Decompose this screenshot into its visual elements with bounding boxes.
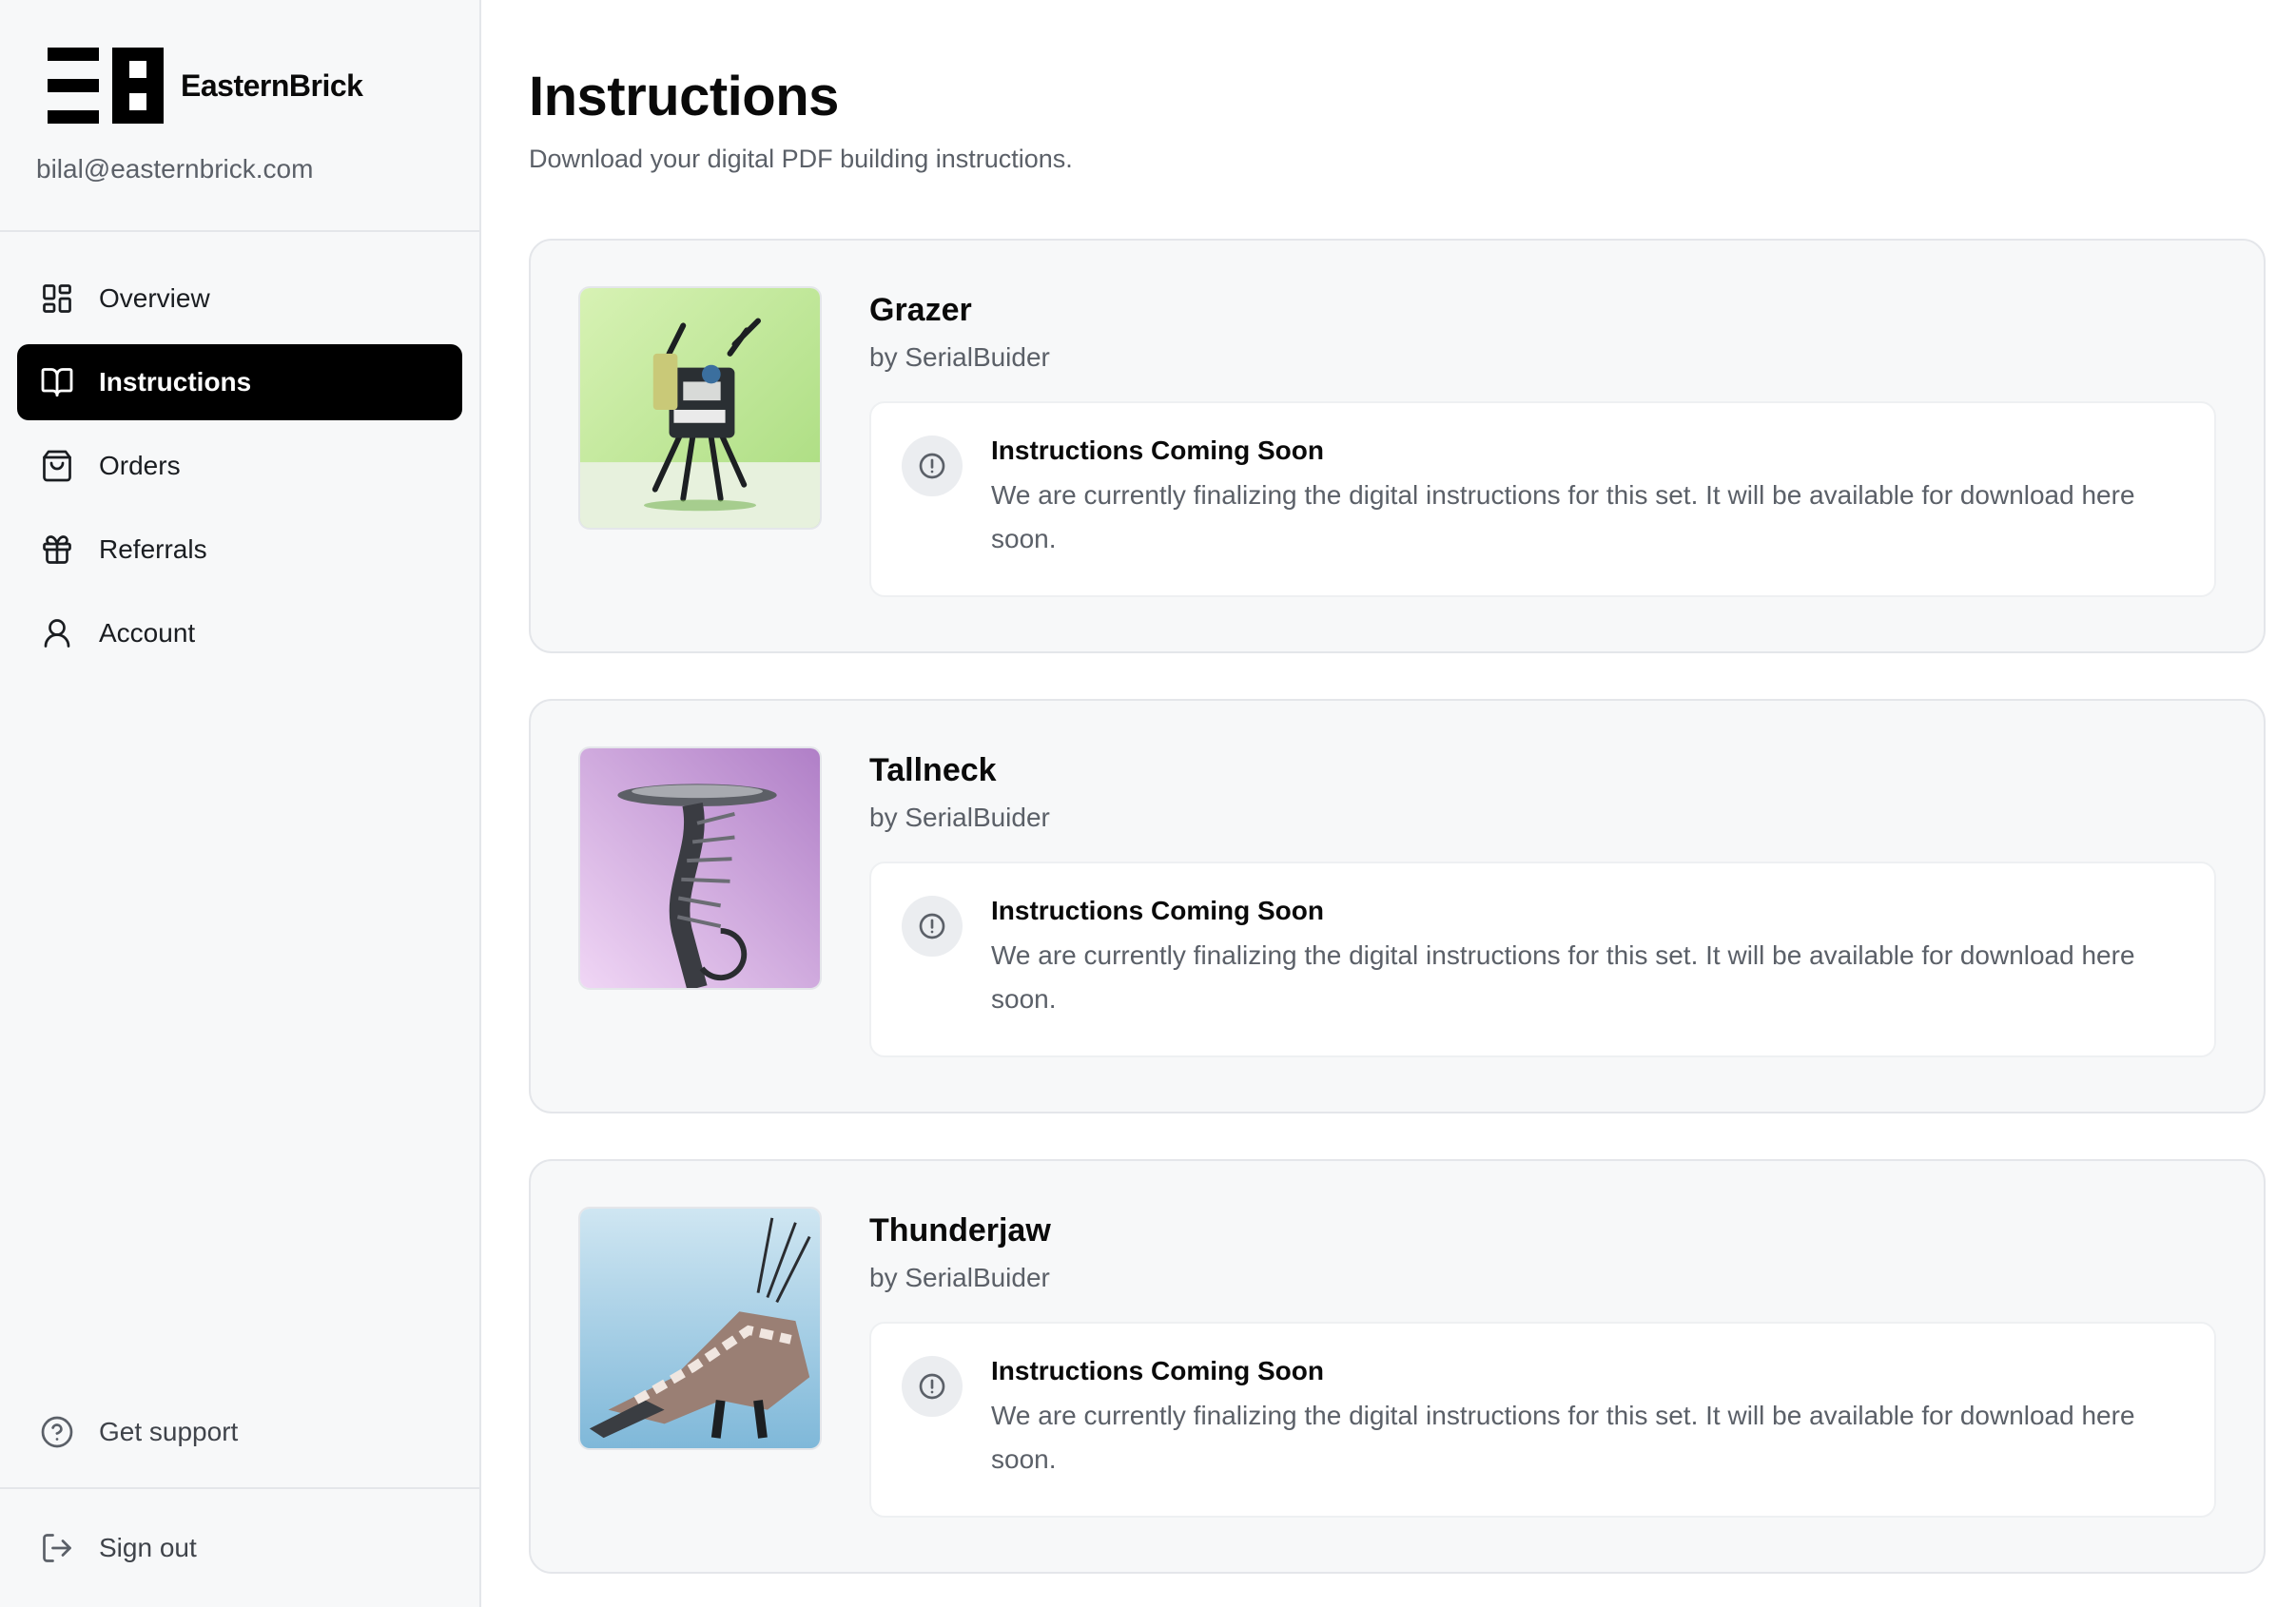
set-thumbnail bbox=[578, 1206, 822, 1450]
page-subtitle: Download your digital PDF building instr… bbox=[529, 144, 1073, 173]
brand-name: EasternBrick bbox=[181, 68, 363, 103]
alert-circle-icon bbox=[902, 435, 963, 496]
sign-out-button[interactable]: Sign out bbox=[17, 1510, 462, 1586]
gift-icon bbox=[43, 535, 71, 564]
card-body: Thunderjaw by SerialBuider Instructions … bbox=[869, 1207, 2216, 1526]
set-name: Thunderjaw bbox=[869, 1211, 1051, 1249]
instruction-card-tallneck: Tallneck by SerialBuider Instructions Co… bbox=[529, 698, 2266, 1113]
set-name: Tallneck bbox=[869, 751, 997, 788]
sidebar-item-overview[interactable]: Overview bbox=[17, 261, 462, 337]
coming-soon-notice: Instructions Coming Soon We are currentl… bbox=[869, 400, 2216, 597]
alert-circle-icon bbox=[902, 895, 963, 957]
get-support-link[interactable]: Get support bbox=[17, 1394, 462, 1470]
set-thumbnail bbox=[578, 745, 822, 990]
brand-logo-icon bbox=[48, 48, 164, 124]
get-support-label: Get support bbox=[99, 1417, 239, 1446]
instruction-card-grazer: Grazer by SerialBuider Instructions Comi… bbox=[529, 238, 2266, 653]
sidebar-item-label: Account bbox=[99, 618, 196, 648]
set-author: by SerialBuider bbox=[869, 802, 1050, 832]
instruction-card-thunderjaw: Thunderjaw by SerialBuider Instructions … bbox=[529, 1158, 2266, 1574]
app-root: EasternBrick bilal@easternbrick.com Over… bbox=[0, 0, 2296, 1607]
coming-soon-notice: Instructions Coming Soon We are currentl… bbox=[869, 861, 2216, 1057]
sidebar-item-instructions[interactable]: Instructions bbox=[17, 344, 462, 420]
sign-out-label: Sign out bbox=[99, 1533, 197, 1562]
sidebar-item-label: Instructions bbox=[99, 367, 252, 397]
help-circle-icon bbox=[41, 1416, 73, 1448]
coming-soon-notice: Instructions Coming Soon We are currentl… bbox=[869, 1321, 2216, 1518]
set-name: Grazer bbox=[869, 291, 972, 328]
sidebar-item-account[interactable]: Account bbox=[17, 595, 462, 671]
notice-title: Instructions Coming Soon bbox=[991, 895, 1324, 925]
grid-icon bbox=[43, 284, 71, 313]
page-title: Instructions bbox=[529, 66, 839, 127]
shopping-bag-icon bbox=[43, 450, 71, 482]
main-content: Instructions Download your digital PDF b… bbox=[481, 0, 2296, 1607]
set-thumbnail bbox=[578, 285, 822, 530]
sidebar-bottom-divider bbox=[0, 1487, 479, 1489]
alert-circle-icon bbox=[902, 1355, 963, 1417]
user-email: bilal@easternbrick.com bbox=[36, 154, 314, 184]
sidebar-item-label: Referrals bbox=[99, 534, 207, 564]
notice-title: Instructions Coming Soon bbox=[991, 1355, 1324, 1385]
sidebar-item-label: Overview bbox=[99, 283, 210, 313]
thunderjaw-model-image bbox=[580, 1208, 820, 1448]
sidebar-footer-signout: Sign out bbox=[17, 1510, 462, 1586]
brand[interactable]: EasternBrick bbox=[0, 0, 479, 126]
instruction-list: Grazer by SerialBuider Instructions Comi… bbox=[529, 238, 2266, 1574]
grazer-model-image bbox=[580, 287, 820, 528]
sidebar-item-referrals[interactable]: Referrals bbox=[17, 512, 462, 588]
set-author: by SerialBuider bbox=[869, 1262, 1050, 1292]
card-body: Tallneck by SerialBuider Instructions Co… bbox=[869, 746, 2216, 1066]
sidebar-item-orders[interactable]: Orders bbox=[17, 428, 462, 504]
card-body: Grazer by SerialBuider Instructions Comi… bbox=[869, 286, 2216, 606]
tallneck-model-image bbox=[580, 747, 820, 988]
notice-description: We are currently finalizing the digital … bbox=[991, 939, 2135, 1014]
sidebar-footer-support: Get support bbox=[17, 1394, 462, 1470]
notice-description: We are currently finalizing the digital … bbox=[991, 479, 2135, 553]
set-author: by SerialBuider bbox=[869, 341, 1050, 372]
sidebar-nav: Overview Instructions Orders Referrals A… bbox=[0, 232, 479, 671]
user-icon bbox=[44, 619, 70, 648]
book-open-icon bbox=[41, 368, 73, 397]
notice-description: We are currently finalizing the digital … bbox=[991, 1400, 2135, 1474]
sidebar: EasternBrick bilal@easternbrick.com Over… bbox=[0, 0, 481, 1607]
log-out-icon bbox=[43, 1534, 71, 1562]
notice-title: Instructions Coming Soon bbox=[991, 435, 1324, 465]
sidebar-item-label: Orders bbox=[99, 451, 181, 480]
